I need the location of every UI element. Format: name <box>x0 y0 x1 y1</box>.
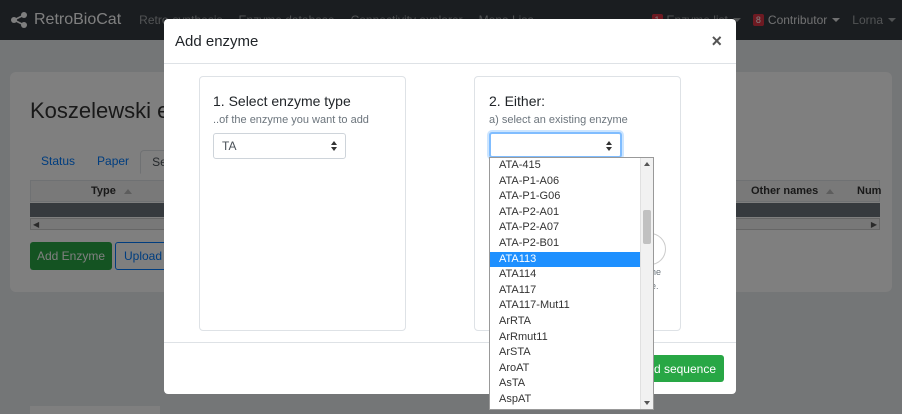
dropdown-scrollbar[interactable] <box>640 158 653 409</box>
select-arrows-icon <box>331 141 337 151</box>
dropdown-option[interactable]: AroAT <box>490 361 641 377</box>
dropdown-option[interactable]: ATA117-Mut11 <box>490 298 641 314</box>
dropdown-option[interactable]: ATA117 <box>490 283 641 299</box>
scroll-up-icon[interactable] <box>644 162 650 166</box>
select-arrows-icon <box>606 141 612 151</box>
step2-subtitle: a) select an existing enzyme <box>489 114 628 126</box>
modal-title: Add enzyme <box>175 33 259 50</box>
dropdown-option[interactable]: ArRmut11 <box>490 330 641 346</box>
dropdown-option[interactable]: ArRTA <box>490 314 641 330</box>
dropdown-option[interactable]: AspAT <box>490 392 641 408</box>
existing-enzyme-dropdown[interactable]: ATA-415 ATA-P1-A06 ATA-P1-G06 ATA-P2-A01 ATA… <box>489 157 654 410</box>
dropdown-option[interactable]: ATA-P2-A07 <box>490 220 641 236</box>
step1-panel: 1. Select enzyme type ..of the enzyme yo… <box>199 76 406 331</box>
dropdown-option[interactable]: ATA-P2-A01 <box>490 205 641 221</box>
dropdown-option[interactable]: ATA113 <box>490 251 641 268</box>
modal-header: Add enzyme × <box>164 19 736 64</box>
dropdown-option[interactable]: ATA114 <box>490 267 641 283</box>
dropdown-option[interactable]: ATA-P1-A06 <box>490 174 641 190</box>
existing-enzyme-select[interactable] <box>489 132 622 158</box>
scroll-down-icon[interactable] <box>644 401 650 405</box>
dropdown-option[interactable]: AsTA <box>490 376 641 392</box>
step2-title: 2. Either: <box>489 93 546 109</box>
dropdown-option[interactable]: ATA-P1-G06 <box>490 189 641 205</box>
close-icon[interactable]: × <box>711 31 722 52</box>
dropdown-option[interactable]: ArSTA <box>490 345 641 361</box>
enzyme-type-value: TA <box>222 139 237 153</box>
dropdown-option[interactable]: ATA-P2-B01 <box>490 236 641 252</box>
step1-subtitle: ..of the enzyme you want to add <box>213 114 369 126</box>
dropdown-options: ATA-415 ATA-P1-A06 ATA-P1-G06 ATA-P2-A01 ATA… <box>490 158 641 408</box>
dropdown-option[interactable]: ATA-415 <box>490 158 641 174</box>
step1-title: 1. Select enzyme type <box>213 93 351 109</box>
enzyme-type-select[interactable]: TA <box>213 133 346 159</box>
scrollbar-thumb[interactable] <box>643 210 651 244</box>
